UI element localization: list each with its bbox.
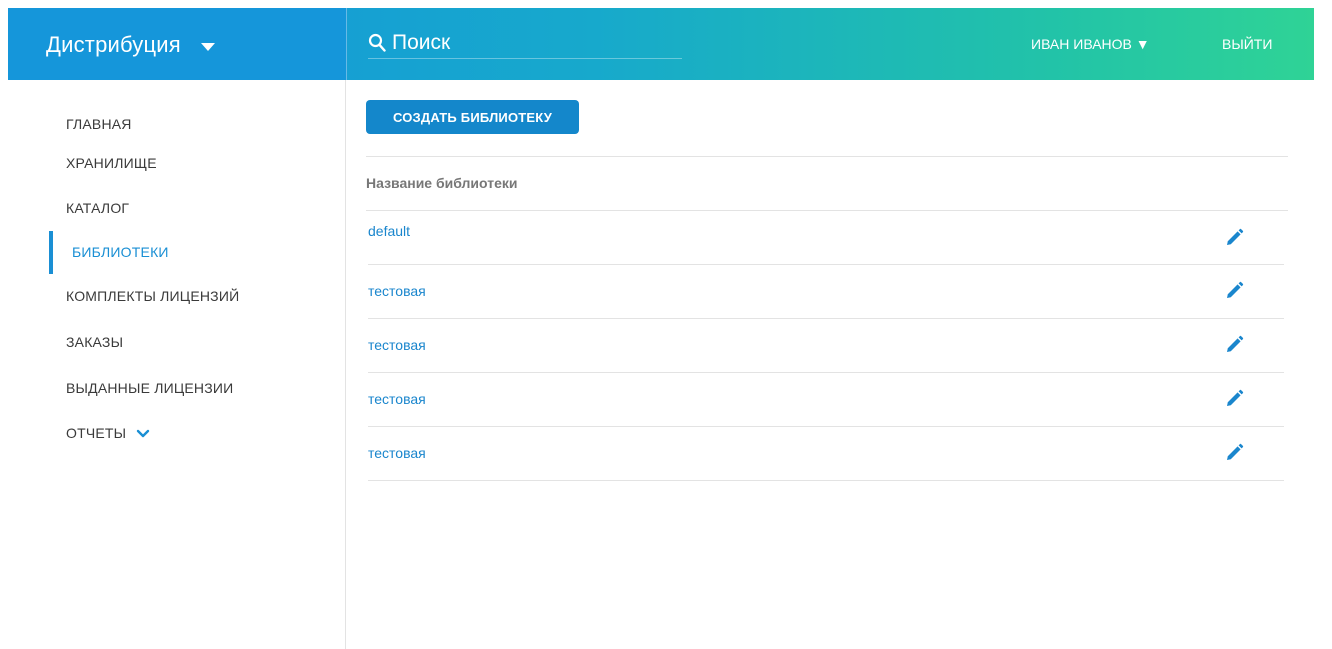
chevron-down-icon: [137, 430, 150, 438]
search-input[interactable]: [392, 30, 678, 56]
library-name-link[interactable]: тестовая: [368, 445, 426, 461]
library-name-link[interactable]: default: [368, 223, 410, 239]
sidebar-item-issued-licenses[interactable]: ВЫДАННЫЕ ЛИЦЕНЗИИ: [66, 380, 233, 396]
main-content: СОЗДАТЬ БИБЛИОТЕКУ Название библиотеки d…: [346, 80, 1306, 649]
chevron-down-icon[interactable]: [201, 43, 215, 51]
edit-icon[interactable]: [1224, 228, 1244, 248]
table-row: тестовая: [368, 264, 1284, 318]
active-indicator: [49, 231, 53, 274]
divider: [366, 156, 1288, 157]
sidebar-item-reports-label: ОТЧЕТЫ: [66, 425, 127, 441]
sidebar-item-orders[interactable]: ЗАКАЗЫ: [66, 334, 123, 350]
table-row: тестовая: [368, 318, 1284, 372]
search-bar: [368, 30, 682, 59]
create-library-button[interactable]: СОЗДАТЬ БИБЛИОТЕКУ: [366, 100, 579, 134]
sidebar-item-reports[interactable]: ОТЧЕТЫ: [66, 425, 150, 441]
search-icon: [368, 33, 386, 52]
table-row: тестовая: [368, 372, 1284, 426]
table-row: тестовая: [368, 426, 1284, 480]
app-title[interactable]: Дистрибуция: [46, 32, 181, 58]
table-row: default: [368, 210, 1284, 264]
sidebar: ГЛАВНАЯ ХРАНИЛИЩЕ КАТАЛОГ БИБЛИОТЕКИ КОМ…: [8, 80, 346, 649]
sidebar-item-home[interactable]: ГЛАВНАЯ: [66, 116, 132, 132]
sidebar-item-storage[interactable]: ХРАНИЛИЩЕ: [66, 155, 157, 171]
edit-icon[interactable]: [1224, 443, 1244, 463]
edit-icon[interactable]: [1224, 281, 1244, 301]
divider: [368, 480, 1284, 481]
logout-link[interactable]: ВЫЙТИ: [1222, 36, 1272, 52]
sidebar-item-catalog[interactable]: КАТАЛОГ: [66, 200, 129, 216]
sidebar-item-license-kits[interactable]: КОМПЛЕКТЫ ЛИЦЕНЗИЙ: [66, 288, 239, 304]
user-menu[interactable]: ИВАН ИВАНОВ ▼: [1031, 36, 1150, 52]
library-name-link[interactable]: тестовая: [368, 337, 426, 353]
column-header-library-name: Название библиотеки: [366, 175, 518, 191]
edit-icon[interactable]: [1224, 389, 1244, 409]
sidebar-item-libraries[interactable]: БИБЛИОТЕКИ: [72, 244, 169, 260]
brand-area: Дистрибуция: [8, 8, 347, 80]
edit-icon[interactable]: [1224, 335, 1244, 355]
app-header: Дистрибуция ИВАН ИВАНОВ ▼ ВЫЙТИ: [8, 8, 1314, 80]
library-name-link[interactable]: тестовая: [368, 283, 426, 299]
library-name-link[interactable]: тестовая: [368, 391, 426, 407]
